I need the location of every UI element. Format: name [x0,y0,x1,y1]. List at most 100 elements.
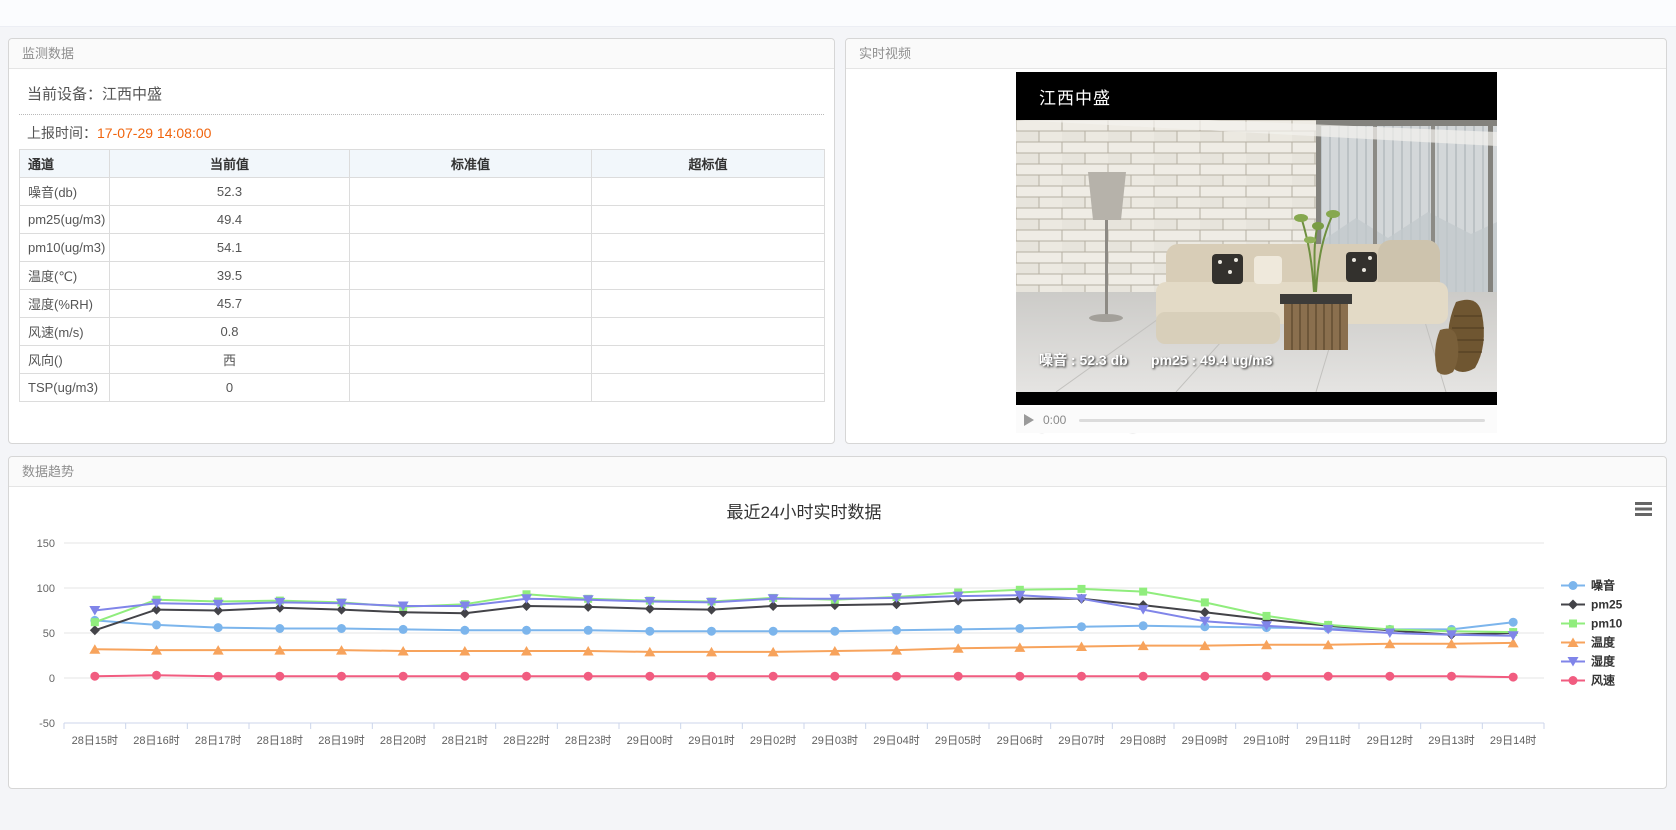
video-frame[interactable]: 江西中盛 噪音 : 52.3 db pm25 : 49.4 ug/m3 pm10… [1016,72,1497,405]
legend-item-wind_speed[interactable]: 风速 [1561,673,1615,688]
cell-channel: 湿度(%RH) [20,290,110,318]
legend-item-humidity[interactable]: 湿度 [1561,654,1616,669]
page-top-strip [0,0,1676,27]
x-axis-label: 28日21时 [442,734,488,747]
table-row: 噪音(db) 52.3 [20,178,825,206]
legend-item-temperature[interactable]: 温度 [1561,635,1616,650]
chart-export-button[interactable] [1635,502,1652,516]
cell-channel: 温度(℃) [20,262,110,290]
x-axis-label: 29日01时 [688,734,734,747]
x-axis-label: 29日02时 [750,734,796,747]
svg-text:pm25: pm25 [1591,598,1623,612]
video-time: 0:00 [1043,413,1066,427]
svg-text:风速: 风速 [1591,673,1615,688]
x-axis-label: 29日13时 [1428,734,1474,747]
cell-over [592,178,825,206]
overlay-line: 噪音 : 52.3 db pm25 : 49.4 ug/m3 [1039,350,1275,371]
cell-standard [350,290,592,318]
y-axis-label: 150 [37,538,55,550]
x-axis-label: 29日10时 [1243,734,1289,747]
x-axis-label: 29日11时 [1305,734,1351,747]
x-axis-label: 28日18时 [257,734,303,747]
cell-standard [350,206,592,234]
cell-channel: pm25(ug/m3) [20,206,110,234]
trend-chart-svg: -50 0 50 100 150 28日15时 28日16时 28日17时 28日18时 28日1… [9,487,1664,787]
x-axis-label: 29日09时 [1182,734,1228,747]
x-axis-label: 28日15时 [72,734,118,747]
cell-current: 49.4 [110,206,350,234]
x-axis-label: 29日00时 [627,734,673,747]
cell-channel: 风向() [20,346,110,374]
col-header-standard: 标准值 [350,150,592,178]
x-axis-label: 28日19时 [318,734,364,747]
cell-current: 39.5 [110,262,350,290]
cell-current: 0.8 [110,318,350,346]
legend-item-pm10[interactable]: pm10 [1561,617,1623,631]
cell-over [592,318,825,346]
monitor-data-panel: 监测数据 当前设备：江西中盛 上报时间：17-07-29 14:08:00 通道… [8,38,835,444]
legend-item-noise[interactable]: 噪音 [1561,578,1615,593]
play-button[interactable] [1024,414,1034,426]
cell-channel: 噪音(db) [20,178,110,206]
cell-over [592,346,825,374]
x-axis-label: 29日03时 [812,734,858,747]
cell-current: 0 [110,374,350,402]
video-panel-title: 实时视频 [846,39,1666,69]
col-header-channel: 通道 [20,150,110,178]
x-axis-label: 28日17时 [195,734,241,747]
col-header-over: 超标值 [592,150,825,178]
current-device-label: 当前设备：江西中盛 [19,78,824,115]
cell-over [592,290,825,318]
x-axis-label: 29日07时 [1058,734,1104,747]
legend-item-pm25[interactable]: pm25 [1561,598,1623,612]
svg-text:湿度: 湿度 [1591,654,1616,669]
cell-standard [350,374,592,402]
svg-text:噪音: 噪音 [1591,578,1615,593]
table-header-row: 通道 当前值 标准值 超标值 [20,150,825,178]
series-wind_speed [90,671,1517,682]
y-axis-label: 0 [49,673,55,685]
cell-standard [350,318,592,346]
channel-table: 通道 当前值 标准值 超标值 噪音(db) 52.3 pm25(ug/m3) 4… [19,149,825,402]
video-controls-bar: 0:00 [1016,407,1497,433]
x-axis-label: 28日16时 [133,734,179,747]
cell-over [592,262,825,290]
cell-channel: TSP(ug/m3) [20,374,110,402]
table-row: TSP(ug/m3) 0 [20,374,825,402]
cell-current: 西 [110,346,350,374]
y-axis-label: 50 [43,628,55,640]
cell-channel: 风速(m/s) [20,318,110,346]
video-device-name: 江西中盛 [1016,72,1497,120]
video-seek-slider[interactable] [1079,419,1485,422]
x-axis-label: 29日08时 [1120,734,1166,747]
report-time-value: 17-07-29 14:08:00 [97,125,211,141]
x-axis-label: 28日20时 [380,734,426,747]
report-time-label: 上报时间： [27,125,97,141]
realtime-video-panel: 实时视频 [845,38,1667,444]
x-axis-label: 28日23时 [565,734,611,747]
table-row: 风向() 西 [20,346,825,374]
table-row: pm25(ug/m3) 49.4 [20,206,825,234]
series-temperature [89,638,1518,657]
video-letterbox-bar [1016,392,1497,405]
chart-title: 最近24小时实时数据 [727,503,882,522]
x-axis-label: 29日12时 [1367,734,1413,747]
table-row: 湿度(%RH) 45.7 [20,290,825,318]
svg-text:pm10: pm10 [1591,617,1623,631]
cell-standard [350,346,592,374]
x-axis-label: 29日04时 [873,734,919,747]
report-time-line: 上报时间：17-07-29 14:08:00 [27,123,816,143]
data-trend-panel: 数据趋势 -50 0 50 100 150 28日15时 28日16时 28日17时 28日18… [8,456,1667,789]
x-axis-label: 29日06时 [997,734,1043,747]
cell-current: 45.7 [110,290,350,318]
table-row: 温度(℃) 39.5 [20,262,825,290]
x-axis-label: 28日22时 [503,734,549,747]
trend-chart: -50 0 50 100 150 28日15时 28日16时 28日17时 28日18时 28日1… [9,487,1666,789]
cell-standard [350,262,592,290]
svg-text:温度: 温度 [1591,635,1616,650]
x-axis-label: 29日05时 [935,734,981,747]
y-axis-label: 100 [37,583,55,595]
cell-over [592,206,825,234]
trend-panel-title: 数据趋势 [9,457,1666,487]
y-axis-label: -50 [39,718,55,730]
